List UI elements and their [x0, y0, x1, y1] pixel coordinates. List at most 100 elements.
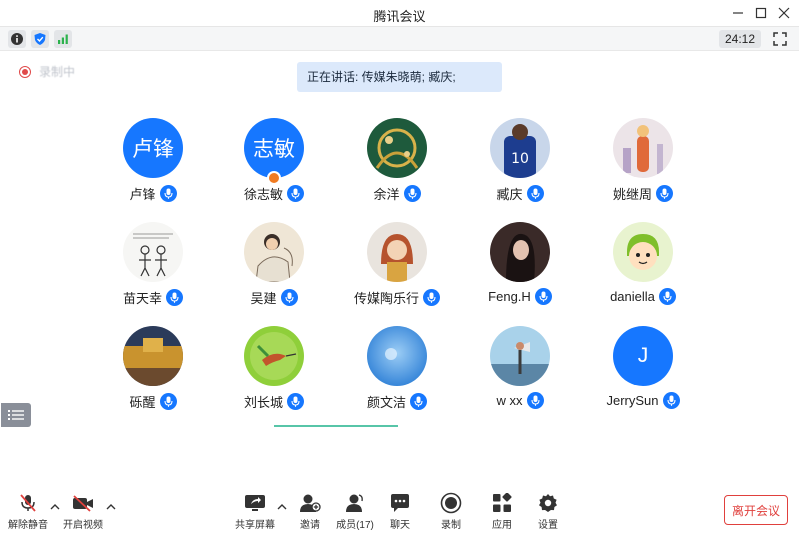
avatar — [123, 222, 183, 282]
microphone-icon — [526, 185, 544, 202]
microphone-icon — [280, 289, 298, 306]
signal-bars-icon — [58, 34, 68, 44]
microphone-icon — [656, 185, 673, 202]
participant-name: JerrySun — [606, 393, 659, 408]
record-button[interactable]: 录制 — [425, 492, 477, 531]
participant-tile[interactable]: Feng.H — [458, 222, 582, 322]
users-icon — [344, 492, 366, 514]
network-quality-button[interactable] — [54, 30, 72, 48]
microphone-icon — [287, 393, 304, 410]
participant-tile[interactable]: 颜文洁 — [335, 326, 459, 426]
participant-tile[interactable]: 传媒陶乐行 — [335, 222, 459, 322]
microphone-icon — [423, 289, 440, 306]
apps-button[interactable]: 应用 — [476, 492, 528, 531]
participant-name: 传媒陶乐行 — [353, 291, 419, 306]
participant-name: daniella — [610, 289, 655, 304]
unmute-button[interactable]: 解除静音 — [2, 492, 54, 531]
window-title: 腾讯会议 — [373, 9, 426, 24]
maximize-icon — [755, 7, 767, 19]
title-bar: 腾讯会议 — [0, 0, 799, 27]
info-icon — [11, 33, 23, 45]
avatar — [244, 326, 304, 386]
meeting-info-button[interactable] — [8, 30, 26, 48]
share-screen-label: 共享屏幕 — [235, 520, 275, 531]
record-label: 录制 — [441, 520, 461, 531]
participant-name: 砾醒 — [129, 395, 156, 410]
microphone-icon — [159, 393, 177, 410]
apps-grid-icon — [491, 492, 513, 514]
chat-button[interactable]: 聊天 — [374, 492, 426, 531]
share-screen-button[interactable]: 共享屏幕 — [229, 492, 281, 531]
video-options-caret[interactable] — [106, 502, 116, 512]
participant-tile[interactable]: J JerrySun — [581, 326, 705, 426]
participant-tile[interactable]: 10 臧庆 — [458, 118, 582, 218]
gear-icon — [537, 492, 559, 514]
participant-name: 臧庆 — [496, 187, 523, 202]
avatar: 志敏 — [244, 118, 304, 178]
participant-tile[interactable]: 刘长城 — [212, 326, 336, 426]
avatar — [367, 118, 427, 178]
invite-label: 邀请 — [300, 520, 320, 531]
avatar — [490, 222, 550, 282]
participant-tile[interactable]: w xx — [458, 326, 582, 426]
close-icon — [778, 7, 790, 19]
apps-label: 应用 — [492, 520, 512, 531]
avatar — [613, 118, 673, 178]
unmute-label: 解除静音 — [8, 520, 48, 531]
members-label: 成员(17) — [336, 520, 374, 531]
avatar — [244, 222, 304, 282]
minimize-button[interactable] — [729, 4, 747, 22]
recording-label: 录制中 — [39, 65, 76, 79]
avatar — [490, 326, 550, 386]
participant-name: 颜文洁 — [366, 395, 406, 410]
avatar — [367, 222, 427, 282]
shield-icon — [34, 33, 46, 45]
participant-tile[interactable]: 苗天幸 — [91, 222, 215, 322]
participant-tile[interactable]: 余洋 — [335, 118, 459, 218]
avatar: J — [613, 326, 673, 386]
microphone-icon — [287, 185, 304, 202]
page-indicator — [274, 425, 398, 427]
participant-name: 姚继周 — [612, 187, 652, 202]
participant-name: Feng.H — [488, 289, 531, 304]
microphone-icon — [166, 289, 183, 306]
participant-list-toggle-button[interactable] — [1, 403, 31, 427]
participant-name: 苗天幸 — [122, 291, 162, 306]
leave-meeting-button[interactable]: 离开会议 — [724, 495, 788, 525]
fullscreen-button[interactable] — [771, 30, 789, 48]
microphone-icon — [526, 392, 544, 409]
fullscreen-icon — [773, 32, 787, 46]
host-badge-icon — [267, 171, 281, 185]
active-speaker-banner: 正在讲话: 传媒朱晓萌; 臧庆; — [297, 62, 502, 92]
participant-tile[interactable]: 吴建 — [212, 222, 336, 322]
participant-name: w xx — [496, 393, 523, 408]
participant-name: 徐志敏 — [243, 187, 283, 202]
microphone-icon — [662, 392, 680, 409]
svg-text:10: 10 — [511, 151, 529, 167]
participant-tile[interactable]: 姚继周 — [581, 118, 705, 218]
start-video-button[interactable]: 开启视频 — [57, 492, 109, 531]
microphone-icon — [159, 185, 177, 202]
list-icon — [8, 410, 24, 420]
close-button[interactable] — [775, 4, 793, 22]
participant-name: 吴建 — [250, 291, 277, 306]
participant-tile[interactable]: 卢锋 卢锋 — [91, 118, 215, 218]
participant-tile[interactable]: 志敏 徐志敏 — [212, 118, 336, 218]
chat-label: 聊天 — [390, 520, 410, 531]
participant-tile[interactable]: daniella — [581, 222, 705, 322]
security-button[interactable] — [31, 30, 49, 48]
microphone-icon — [403, 185, 421, 202]
settings-label: 设置 — [538, 520, 558, 531]
participant-tile[interactable]: 砾醒 — [91, 326, 215, 426]
avatar — [367, 326, 427, 386]
record-icon — [440, 492, 462, 514]
maximize-button[interactable] — [752, 4, 770, 22]
camera-off-icon — [72, 492, 94, 514]
start-video-label: 开启视频 — [63, 520, 103, 531]
avatar: 10 — [490, 118, 550, 178]
settings-button[interactable]: 设置 — [522, 492, 574, 531]
share-screen-icon — [244, 492, 266, 514]
avatar — [613, 222, 673, 282]
record-dot-icon — [19, 65, 31, 78]
recording-indicator: 录制中 — [19, 63, 75, 80]
